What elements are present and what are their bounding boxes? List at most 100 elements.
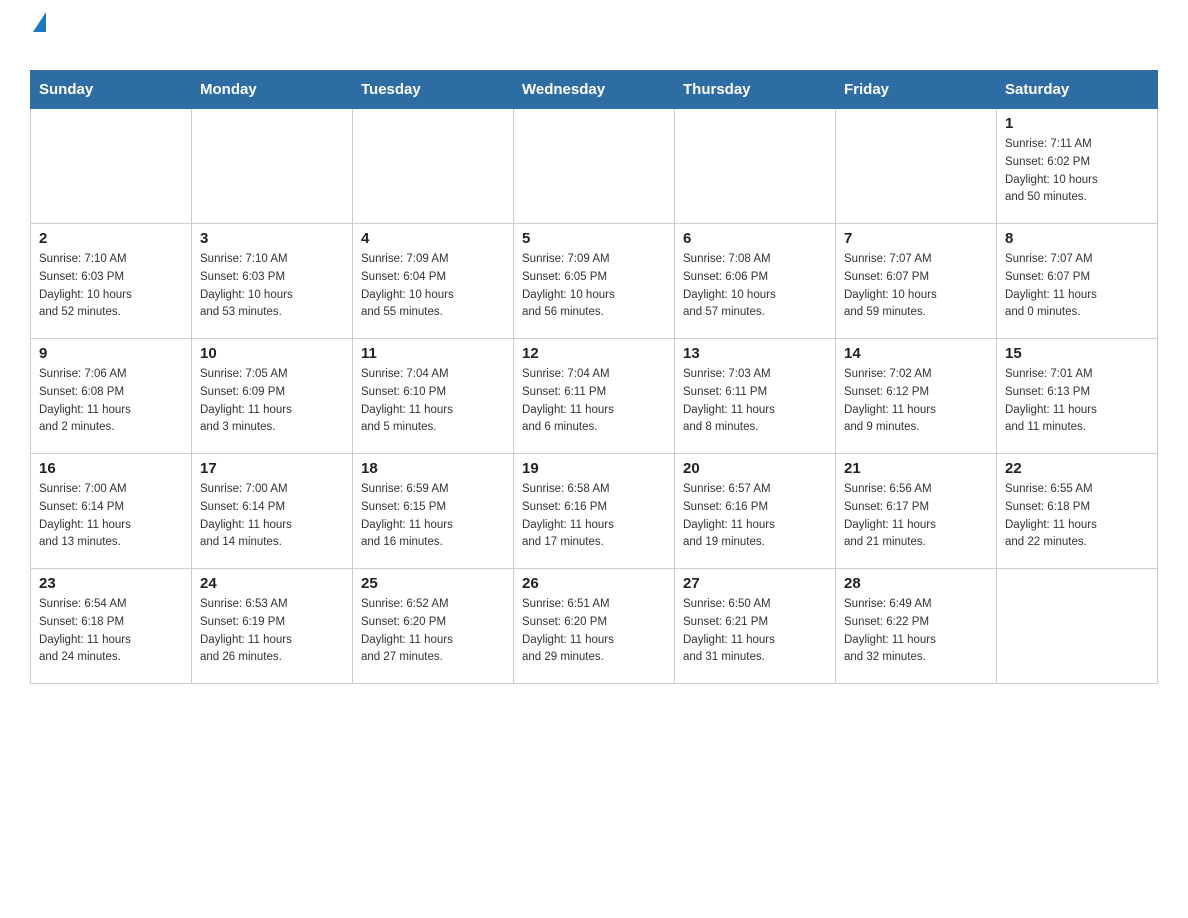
day-number: 28 xyxy=(844,575,988,592)
day-info: Sunrise: 7:06 AMSunset: 6:08 PMDaylight:… xyxy=(39,366,183,437)
day-number: 18 xyxy=(361,460,505,477)
day-info: Sunrise: 7:10 AMSunset: 6:03 PMDaylight:… xyxy=(39,251,183,322)
day-info: Sunrise: 6:55 AMSunset: 6:18 PMDaylight:… xyxy=(1005,481,1149,552)
day-number: 15 xyxy=(1005,345,1149,362)
day-number: 16 xyxy=(39,460,183,477)
day-number: 6 xyxy=(683,230,827,247)
day-number: 26 xyxy=(522,575,666,592)
day-info: Sunrise: 7:09 AMSunset: 6:05 PMDaylight:… xyxy=(522,251,666,322)
weekday-header-friday: Friday xyxy=(836,71,997,109)
calendar-cell: 25 Sunrise: 6:52 AMSunset: 6:20 PMDayligh… xyxy=(353,569,514,684)
calendar-cell: 20 Sunrise: 6:57 AMSunset: 6:16 PMDayligh… xyxy=(675,454,836,569)
day-number: 5 xyxy=(522,230,666,247)
day-info: Sunrise: 6:58 AMSunset: 6:16 PMDaylight:… xyxy=(522,481,666,552)
weekday-header-sunday: Sunday xyxy=(31,71,192,109)
day-number: 24 xyxy=(200,575,344,592)
day-number: 21 xyxy=(844,460,988,477)
calendar-cell: 8 Sunrise: 7:07 AMSunset: 6:07 PMDaylight… xyxy=(997,224,1158,339)
calendar-header-row: SundayMondayTuesdayWednesdayThursdayFrid… xyxy=(31,71,1158,109)
day-info: Sunrise: 6:52 AMSunset: 6:20 PMDaylight:… xyxy=(361,596,505,667)
day-info: Sunrise: 7:08 AMSunset: 6:06 PMDaylight:… xyxy=(683,251,827,322)
day-number: 13 xyxy=(683,345,827,362)
week-row-1: 1 Sunrise: 7:11 AMSunset: 6:02 PMDaylight… xyxy=(31,109,1158,224)
calendar-cell: 18 Sunrise: 6:59 AMSunset: 6:15 PMDayligh… xyxy=(353,454,514,569)
logo-triangle-icon xyxy=(33,12,46,32)
day-number: 23 xyxy=(39,575,183,592)
day-info: Sunrise: 6:56 AMSunset: 6:17 PMDaylight:… xyxy=(844,481,988,552)
day-number: 25 xyxy=(361,575,505,592)
day-info: Sunrise: 7:11 AMSunset: 6:02 PMDaylight:… xyxy=(1005,136,1149,207)
calendar-cell: 2 Sunrise: 7:10 AMSunset: 6:03 PMDaylight… xyxy=(31,224,192,339)
day-info: Sunrise: 7:09 AMSunset: 6:04 PMDaylight:… xyxy=(361,251,505,322)
calendar-cell xyxy=(997,569,1158,684)
day-number: 4 xyxy=(361,230,505,247)
day-info: Sunrise: 6:59 AMSunset: 6:15 PMDaylight:… xyxy=(361,481,505,552)
calendar-cell: 7 Sunrise: 7:07 AMSunset: 6:07 PMDaylight… xyxy=(836,224,997,339)
calendar-cell: 3 Sunrise: 7:10 AMSunset: 6:03 PMDaylight… xyxy=(192,224,353,339)
calendar-cell xyxy=(192,109,353,224)
calendar-cell: 9Sunrise: 7:06 AMSunset: 6:08 PMDaylight… xyxy=(31,339,192,454)
week-row-5: 23 Sunrise: 6:54 AMSunset: 6:18 PMDayligh… xyxy=(31,569,1158,684)
week-row-4: 16 Sunrise: 7:00 AMSunset: 6:14 PMDayligh… xyxy=(31,454,1158,569)
calendar-cell: 6 Sunrise: 7:08 AMSunset: 6:06 PMDaylight… xyxy=(675,224,836,339)
calendar-cell xyxy=(31,109,192,224)
calendar-cell: 13 Sunrise: 7:03 AMSunset: 6:11 PMDayligh… xyxy=(675,339,836,454)
day-info: Sunrise: 7:03 AMSunset: 6:11 PMDaylight:… xyxy=(683,366,827,437)
day-info: Sunrise: 6:57 AMSunset: 6:16 PMDaylight:… xyxy=(683,481,827,552)
week-row-2: 2 Sunrise: 7:10 AMSunset: 6:03 PMDaylight… xyxy=(31,224,1158,339)
day-number: 1 xyxy=(1005,115,1149,132)
weekday-header-thursday: Thursday xyxy=(675,71,836,109)
day-number: 14 xyxy=(844,345,988,362)
calendar-cell xyxy=(675,109,836,224)
day-info: Sunrise: 6:54 AMSunset: 6:18 PMDaylight:… xyxy=(39,596,183,667)
day-info: Sunrise: 7:02 AMSunset: 6:12 PMDaylight:… xyxy=(844,366,988,437)
calendar-cell: 11Sunrise: 7:04 AMSunset: 6:10 PMDayligh… xyxy=(353,339,514,454)
calendar-cell xyxy=(514,109,675,224)
day-number: 17 xyxy=(200,460,344,477)
day-number: 3 xyxy=(200,230,344,247)
day-info: Sunrise: 7:04 AMSunset: 6:11 PMDaylight:… xyxy=(522,366,666,437)
day-info: Sunrise: 6:51 AMSunset: 6:20 PMDaylight:… xyxy=(522,596,666,667)
weekday-header-saturday: Saturday xyxy=(997,71,1158,109)
calendar-table: SundayMondayTuesdayWednesdayThursdayFrid… xyxy=(30,70,1158,684)
calendar-cell: 12 Sunrise: 7:04 AMSunset: 6:11 PMDayligh… xyxy=(514,339,675,454)
day-info: Sunrise: 7:05 AMSunset: 6:09 PMDaylight:… xyxy=(200,366,344,437)
day-info: Sunrise: 7:07 AMSunset: 6:07 PMDaylight:… xyxy=(844,251,988,322)
day-info: Sunrise: 7:10 AMSunset: 6:03 PMDaylight:… xyxy=(200,251,344,322)
week-row-3: 9Sunrise: 7:06 AMSunset: 6:08 PMDaylight… xyxy=(31,339,1158,454)
calendar-cell: 1 Sunrise: 7:11 AMSunset: 6:02 PMDaylight… xyxy=(997,109,1158,224)
day-number: 10 xyxy=(200,345,344,362)
calendar-cell xyxy=(353,109,514,224)
day-number: 19 xyxy=(522,460,666,477)
day-info: Sunrise: 7:04 AMSunset: 6:10 PMDaylight:… xyxy=(361,366,505,437)
day-number: 12 xyxy=(522,345,666,362)
calendar-cell: 16 Sunrise: 7:00 AMSunset: 6:14 PMDayligh… xyxy=(31,454,192,569)
weekday-header-wednesday: Wednesday xyxy=(514,71,675,109)
calendar-cell: 10 Sunrise: 7:05 AMSunset: 6:09 PMDayligh… xyxy=(192,339,353,454)
day-number: 2 xyxy=(39,230,183,247)
page-header xyxy=(30,20,1158,60)
day-info: Sunrise: 6:50 AMSunset: 6:21 PMDaylight:… xyxy=(683,596,827,667)
day-number: 7 xyxy=(844,230,988,247)
day-info: Sunrise: 7:00 AMSunset: 6:14 PMDaylight:… xyxy=(39,481,183,552)
weekday-header-monday: Monday xyxy=(192,71,353,109)
calendar-cell: 19 Sunrise: 6:58 AMSunset: 6:16 PMDayligh… xyxy=(514,454,675,569)
calendar-cell: 17 Sunrise: 7:00 AMSunset: 6:14 PMDayligh… xyxy=(192,454,353,569)
calendar-cell: 15Sunrise: 7:01 AMSunset: 6:13 PMDayligh… xyxy=(997,339,1158,454)
calendar-cell: 24 Sunrise: 6:53 AMSunset: 6:19 PMDayligh… xyxy=(192,569,353,684)
calendar-cell: 4 Sunrise: 7:09 AMSunset: 6:04 PMDaylight… xyxy=(353,224,514,339)
calendar-cell xyxy=(836,109,997,224)
day-number: 22 xyxy=(1005,460,1149,477)
calendar-cell: 27Sunrise: 6:50 AMSunset: 6:21 PMDayligh… xyxy=(675,569,836,684)
calendar-cell: 14 Sunrise: 7:02 AMSunset: 6:12 PMDayligh… xyxy=(836,339,997,454)
day-info: Sunrise: 7:00 AMSunset: 6:14 PMDaylight:… xyxy=(200,481,344,552)
logo xyxy=(30,20,46,60)
calendar-cell: 26 Sunrise: 6:51 AMSunset: 6:20 PMDayligh… xyxy=(514,569,675,684)
day-number: 8 xyxy=(1005,230,1149,247)
calendar-cell: 22 Sunrise: 6:55 AMSunset: 6:18 PMDayligh… xyxy=(997,454,1158,569)
calendar-cell: 21 Sunrise: 6:56 AMSunset: 6:17 PMDayligh… xyxy=(836,454,997,569)
day-info: Sunrise: 6:49 AMSunset: 6:22 PMDaylight:… xyxy=(844,596,988,667)
day-info: Sunrise: 7:07 AMSunset: 6:07 PMDaylight:… xyxy=(1005,251,1149,322)
day-info: Sunrise: 6:53 AMSunset: 6:19 PMDaylight:… xyxy=(200,596,344,667)
day-number: 20 xyxy=(683,460,827,477)
